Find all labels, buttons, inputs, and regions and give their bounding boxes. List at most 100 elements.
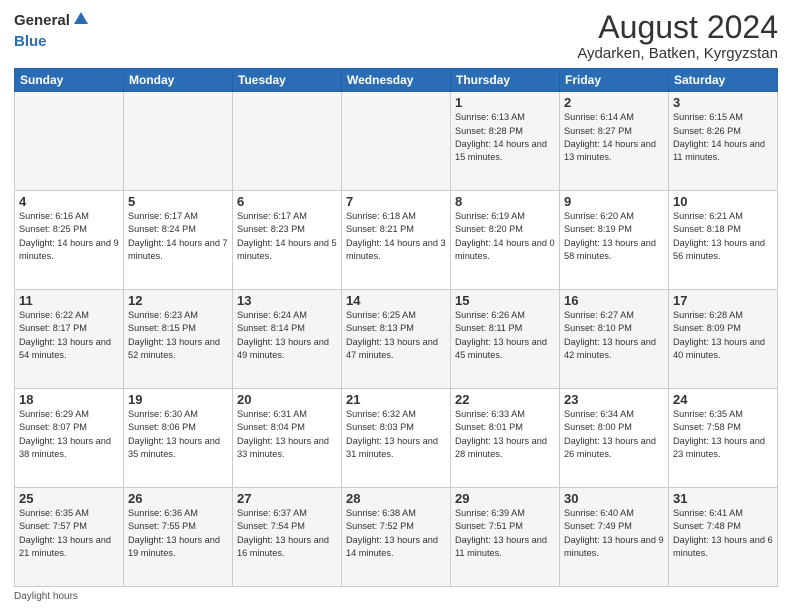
table-row <box>124 92 233 191</box>
page: General Blue August 2024 Aydarken, Batke… <box>0 0 792 612</box>
calendar-table: Sunday Monday Tuesday Wednesday Thursday… <box>14 68 778 587</box>
day-number: 13 <box>237 293 337 308</box>
col-wednesday: Wednesday <box>342 69 451 92</box>
day-number: 31 <box>673 491 773 506</box>
day-number: 22 <box>455 392 555 407</box>
logo: General Blue <box>14 10 90 51</box>
day-info: Sunrise: 6:22 AM Sunset: 8:17 PM Dayligh… <box>19 309 119 362</box>
table-row: 26Sunrise: 6:36 AM Sunset: 7:55 PM Dayli… <box>124 488 233 587</box>
day-info: Sunrise: 6:39 AM Sunset: 7:51 PM Dayligh… <box>455 507 555 560</box>
day-number: 6 <box>237 194 337 209</box>
main-title: August 2024 <box>577 10 778 45</box>
day-number: 8 <box>455 194 555 209</box>
day-number: 7 <box>346 194 446 209</box>
table-row: 28Sunrise: 6:38 AM Sunset: 7:52 PM Dayli… <box>342 488 451 587</box>
day-info: Sunrise: 6:37 AM Sunset: 7:54 PM Dayligh… <box>237 507 337 560</box>
day-info: Sunrise: 6:17 AM Sunset: 8:24 PM Dayligh… <box>128 210 228 263</box>
day-info: Sunrise: 6:32 AM Sunset: 8:03 PM Dayligh… <box>346 408 446 461</box>
day-number: 1 <box>455 95 555 110</box>
day-info: Sunrise: 6:26 AM Sunset: 8:11 PM Dayligh… <box>455 309 555 362</box>
day-info: Sunrise: 6:24 AM Sunset: 8:14 PM Dayligh… <box>237 309 337 362</box>
table-row: 22Sunrise: 6:33 AM Sunset: 8:01 PM Dayli… <box>451 389 560 488</box>
table-row: 31Sunrise: 6:41 AM Sunset: 7:48 PM Dayli… <box>669 488 778 587</box>
day-number: 10 <box>673 194 773 209</box>
day-info: Sunrise: 6:29 AM Sunset: 8:07 PM Dayligh… <box>19 408 119 461</box>
col-friday: Friday <box>560 69 669 92</box>
table-row: 10Sunrise: 6:21 AM Sunset: 8:18 PM Dayli… <box>669 191 778 290</box>
day-info: Sunrise: 6:23 AM Sunset: 8:15 PM Dayligh… <box>128 309 228 362</box>
day-number: 18 <box>19 392 119 407</box>
table-row: 24Sunrise: 6:35 AM Sunset: 7:58 PM Dayli… <box>669 389 778 488</box>
day-number: 27 <box>237 491 337 506</box>
table-row: 16Sunrise: 6:27 AM Sunset: 8:10 PM Dayli… <box>560 290 669 389</box>
day-number: 11 <box>19 293 119 308</box>
table-row: 13Sunrise: 6:24 AM Sunset: 8:14 PM Dayli… <box>233 290 342 389</box>
table-row: 9Sunrise: 6:20 AM Sunset: 8:19 PM Daylig… <box>560 191 669 290</box>
table-row <box>342 92 451 191</box>
day-info: Sunrise: 6:34 AM Sunset: 8:00 PM Dayligh… <box>564 408 664 461</box>
table-row: 30Sunrise: 6:40 AM Sunset: 7:49 PM Dayli… <box>560 488 669 587</box>
table-row: 2Sunrise: 6:14 AM Sunset: 8:27 PM Daylig… <box>560 92 669 191</box>
day-number: 26 <box>128 491 228 506</box>
table-row: 6Sunrise: 6:17 AM Sunset: 8:23 PM Daylig… <box>233 191 342 290</box>
day-number: 20 <box>237 392 337 407</box>
table-row <box>233 92 342 191</box>
day-info: Sunrise: 6:18 AM Sunset: 8:21 PM Dayligh… <box>346 210 446 263</box>
day-number: 3 <box>673 95 773 110</box>
header: General Blue August 2024 Aydarken, Batke… <box>14 10 778 62</box>
col-saturday: Saturday <box>669 69 778 92</box>
table-row: 27Sunrise: 6:37 AM Sunset: 7:54 PM Dayli… <box>233 488 342 587</box>
table-row: 14Sunrise: 6:25 AM Sunset: 8:13 PM Dayli… <box>342 290 451 389</box>
calendar-header-row: Sunday Monday Tuesday Wednesday Thursday… <box>15 69 778 92</box>
logo-general: General <box>14 13 70 30</box>
day-info: Sunrise: 6:33 AM Sunset: 8:01 PM Dayligh… <box>455 408 555 461</box>
day-number: 5 <box>128 194 228 209</box>
day-info: Sunrise: 6:36 AM Sunset: 7:55 PM Dayligh… <box>128 507 228 560</box>
day-info: Sunrise: 6:21 AM Sunset: 8:18 PM Dayligh… <box>673 210 773 263</box>
logo-blue: Blue <box>14 33 47 50</box>
col-thursday: Thursday <box>451 69 560 92</box>
table-row: 29Sunrise: 6:39 AM Sunset: 7:51 PM Dayli… <box>451 488 560 587</box>
day-info: Sunrise: 6:40 AM Sunset: 7:49 PM Dayligh… <box>564 507 664 560</box>
table-row: 7Sunrise: 6:18 AM Sunset: 8:21 PM Daylig… <box>342 191 451 290</box>
logo-icon <box>72 10 90 33</box>
day-info: Sunrise: 6:20 AM Sunset: 8:19 PM Dayligh… <box>564 210 664 263</box>
table-row: 11Sunrise: 6:22 AM Sunset: 8:17 PM Dayli… <box>15 290 124 389</box>
calendar-week-row: 4Sunrise: 6:16 AM Sunset: 8:25 PM Daylig… <box>15 191 778 290</box>
day-number: 29 <box>455 491 555 506</box>
day-info: Sunrise: 6:31 AM Sunset: 8:04 PM Dayligh… <box>237 408 337 461</box>
day-info: Sunrise: 6:41 AM Sunset: 7:48 PM Dayligh… <box>673 507 773 560</box>
col-monday: Monday <box>124 69 233 92</box>
table-row: 20Sunrise: 6:31 AM Sunset: 8:04 PM Dayli… <box>233 389 342 488</box>
day-info: Sunrise: 6:13 AM Sunset: 8:28 PM Dayligh… <box>455 111 555 164</box>
table-row <box>15 92 124 191</box>
day-info: Sunrise: 6:28 AM Sunset: 8:09 PM Dayligh… <box>673 309 773 362</box>
day-number: 24 <box>673 392 773 407</box>
day-info: Sunrise: 6:19 AM Sunset: 8:20 PM Dayligh… <box>455 210 555 263</box>
day-number: 9 <box>564 194 664 209</box>
day-info: Sunrise: 6:25 AM Sunset: 8:13 PM Dayligh… <box>346 309 446 362</box>
day-number: 15 <box>455 293 555 308</box>
day-info: Sunrise: 6:15 AM Sunset: 8:26 PM Dayligh… <box>673 111 773 164</box>
footer: Daylight hours <box>14 591 778 602</box>
table-row: 4Sunrise: 6:16 AM Sunset: 8:25 PM Daylig… <box>15 191 124 290</box>
table-row: 12Sunrise: 6:23 AM Sunset: 8:15 PM Dayli… <box>124 290 233 389</box>
day-number: 21 <box>346 392 446 407</box>
day-number: 16 <box>564 293 664 308</box>
day-info: Sunrise: 6:30 AM Sunset: 8:06 PM Dayligh… <box>128 408 228 461</box>
day-info: Sunrise: 6:35 AM Sunset: 7:58 PM Dayligh… <box>673 408 773 461</box>
day-info: Sunrise: 6:16 AM Sunset: 8:25 PM Dayligh… <box>19 210 119 263</box>
day-number: 17 <box>673 293 773 308</box>
day-number: 23 <box>564 392 664 407</box>
day-info: Sunrise: 6:27 AM Sunset: 8:10 PM Dayligh… <box>564 309 664 362</box>
table-row: 5Sunrise: 6:17 AM Sunset: 8:24 PM Daylig… <box>124 191 233 290</box>
calendar-week-row: 25Sunrise: 6:35 AM Sunset: 7:57 PM Dayli… <box>15 488 778 587</box>
calendar-week-row: 1Sunrise: 6:13 AM Sunset: 8:28 PM Daylig… <box>15 92 778 191</box>
calendar-week-row: 11Sunrise: 6:22 AM Sunset: 8:17 PM Dayli… <box>15 290 778 389</box>
day-info: Sunrise: 6:14 AM Sunset: 8:27 PM Dayligh… <box>564 111 664 164</box>
table-row: 3Sunrise: 6:15 AM Sunset: 8:26 PM Daylig… <box>669 92 778 191</box>
day-info: Sunrise: 6:17 AM Sunset: 8:23 PM Dayligh… <box>237 210 337 263</box>
col-sunday: Sunday <box>15 69 124 92</box>
day-number: 4 <box>19 194 119 209</box>
table-row: 18Sunrise: 6:29 AM Sunset: 8:07 PM Dayli… <box>15 389 124 488</box>
